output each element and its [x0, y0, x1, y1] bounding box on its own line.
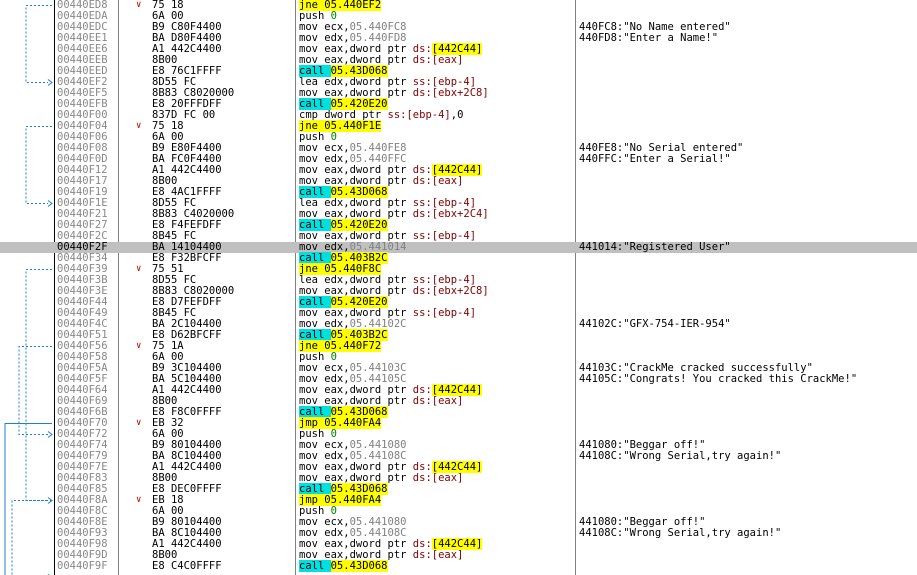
disasm-token: ds:	[412, 208, 432, 220]
instruction-row[interactable]: 00440F9D 8B00 mov eax,dword ptr ds:[eax]	[0, 550, 917, 561]
disassembly-cell: call 05.43D068	[299, 560, 388, 572]
instruction-row[interactable]: 00440F9F E8 C4C0FFFF call 05.43D068	[0, 560, 917, 572]
branch-marker-icon: ∨	[136, 341, 142, 351]
disasm-token: [eax]	[431, 175, 464, 187]
disasm-token: [eax]	[431, 472, 464, 484]
disasm-token: ds:	[412, 87, 432, 99]
instruction-row[interactable]: 00440F08 B9 E80F4400 mov ecx,05.440FE8 440F…	[0, 143, 917, 154]
instruction-row[interactable]: 00440F4C BA 2C104400 mov edx,05.44102C 4410…	[0, 319, 917, 330]
disasm-token: ss:	[387, 109, 407, 121]
instruction-row[interactable]: 00440F8C 6A 00 push 0	[0, 506, 917, 517]
disasm-token: [eax]	[431, 54, 464, 66]
comment-cell: 440FFC:"Enter a Serial!"	[579, 153, 731, 165]
instruction-row[interactable]: 00440F00 837D FC 00 cmp dword ptr ss:[ebp-…	[0, 110, 917, 121]
disasm-token: call	[299, 560, 331, 572]
branch-marker-icon: ∨	[136, 495, 142, 505]
disasm-token: [eax]	[431, 549, 464, 561]
instruction-row[interactable]: 00440EDA 6A 00 push 0	[0, 11, 917, 22]
disasm-token: [ebx+2C8]	[431, 285, 489, 297]
disasm-token: 05.43D068	[330, 560, 388, 572]
comment-cell: 441014:"Registered User"	[579, 241, 731, 253]
instruction-row[interactable]: 00440F04 ∨ 75 18 jne 05.440F1E	[0, 120, 917, 132]
instruction-row[interactable]: 00440F3E 8B83 C8020000 mov eax,dword ptr d…	[0, 286, 917, 297]
comment-cell: 44108C:"Wrong Serial,try again!"	[579, 527, 782, 539]
comment-cell: 44105C:"Congrats! You cracked this Crack…	[579, 373, 858, 385]
disasm-token: [ebp-4]	[406, 109, 451, 121]
branch-marker-icon: ∨	[136, 418, 142, 428]
disasm-token: [ebp-4]	[431, 307, 477, 319]
instruction-row[interactable]: 00440F51 E8 D62BFCFF call 05.403B2C	[0, 329, 917, 341]
branch-marker-icon: ∨	[136, 264, 142, 274]
disasm-token: ,0	[450, 109, 464, 121]
instruction-list[interactable]: 00440ED8 ∨ 75 18 jne 05.440EF2 00440EDA 6A 00…	[0, 0, 917, 572]
disasm-token: ds:	[412, 395, 432, 407]
instruction-row[interactable]: 00440F21 8B83 C4020000 mov eax,dword ptr d…	[0, 209, 917, 220]
instruction-row[interactable]: 00440F69 8B00 mov eax,dword ptr ds:[eax]	[0, 396, 917, 407]
instruction-row[interactable]: 00440EDC B9 C80F4400 mov ecx,05.440FC8 440F…	[0, 22, 917, 33]
instruction-row[interactable]: 00440F17 8B00 mov eax,dword ptr ds:[eax]	[0, 176, 917, 187]
disasm-token: ds:	[412, 472, 432, 484]
disassembly-view[interactable]: 00440ED8 ∨ 75 18 jne 05.440EF2 00440EDA 6A 00…	[0, 0, 917, 575]
comment-cell: 44102C:"GFX-754-IER-954"	[579, 318, 731, 330]
disasm-token: ss:	[412, 307, 432, 319]
instruction-row[interactable]: 00440EEB 8B00 mov eax,dword ptr ds:[eax]	[0, 55, 917, 66]
disasm-token: [ebp-4]	[431, 230, 477, 242]
disasm-token: [eax]	[431, 395, 464, 407]
branch-marker-icon: ∨	[136, 0, 142, 10]
instruction-row[interactable]: 00440F49 8B45 FC mov eax,dword ptr ss:[ebp…	[0, 308, 917, 319]
disasm-token: [ebx+2C8]	[431, 87, 489, 99]
disasm-token: [ebx+2C4]	[431, 208, 489, 220]
instruction-row[interactable]: 00440F6B E8 F8C0FFFF call 05.43D068	[0, 406, 917, 418]
disasm-token: ds:	[412, 285, 432, 297]
selected-instruction-row[interactable]: 00440F2F BA 14104400 mov edx,05.441014 4410…	[0, 242, 917, 253]
instruction-row[interactable]: 00440F85 E8 DEC0FFFF call 05.43D068	[0, 483, 917, 495]
instruction-row[interactable]: 00440F06 6A 00 push 0	[0, 132, 917, 143]
address-cell: 00440F9F	[57, 560, 108, 572]
instruction-row[interactable]: 00440F70 ∨ EB 32 jmp 05.440FA4	[0, 417, 917, 429]
disasm-token: ss:	[412, 230, 432, 242]
disasm-token: ds:	[412, 175, 432, 187]
branch-marker-icon: ∨	[136, 121, 142, 131]
comment-cell: 44108C:"Wrong Serial,try again!"	[579, 450, 782, 462]
instruction-row[interactable]: 00440EF5 8B83 C8020000 mov eax,dword ptr d…	[0, 88, 917, 99]
disasm-token: ds:	[412, 54, 432, 66]
instruction-row[interactable]: 00440F56 ∨ 75 1A jne 05.440F72	[0, 340, 917, 352]
instruction-row[interactable]: 00440F8A ∨ EB 18 jmp 05.440FA4	[0, 494, 917, 506]
opcode-bytes-cell: E8 C4C0FFFF	[152, 560, 222, 572]
instruction-row[interactable]: 00440ED8 ∨ 75 18 jne 05.440EF2	[0, 0, 917, 11]
instruction-row[interactable]: 00440F83 8B00 mov eax,dword ptr ds:[eax]	[0, 473, 917, 484]
comment-cell: 440FD8:"Enter a Name!"	[579, 32, 719, 44]
disasm-token: ds:	[412, 549, 432, 561]
instruction-row[interactable]: 00440F34 E8 F32BFCFF call 05.403B2C	[0, 252, 917, 264]
instruction-row[interactable]: 00440F72 6A 00 push 0	[0, 429, 917, 440]
instruction-row[interactable]: 00440F2C 8B45 FC mov eax,dword ptr ss:[ebp…	[0, 231, 917, 242]
